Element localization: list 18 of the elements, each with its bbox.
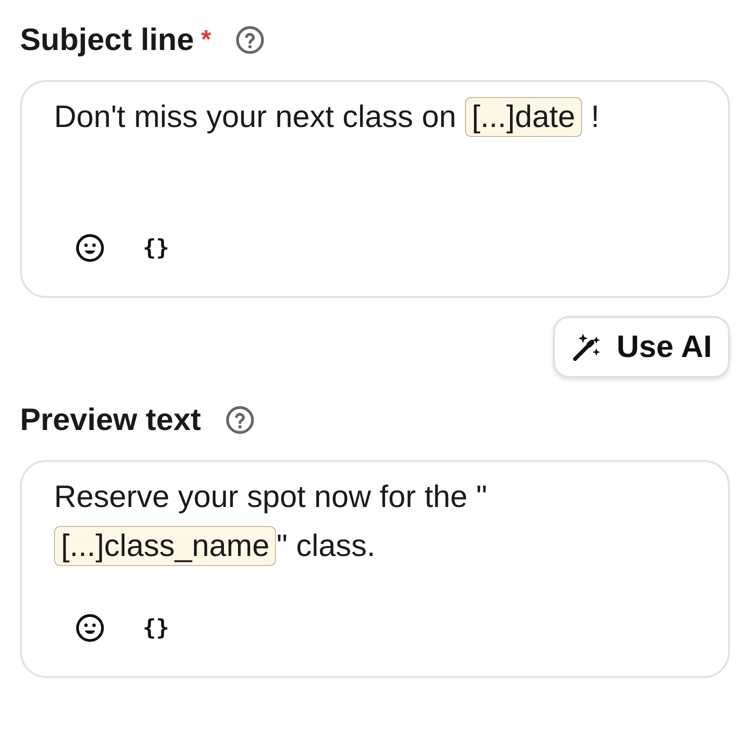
variable-tag[interactable]: [...]class_name <box>54 526 276 566</box>
field-label: Preview text <box>20 402 201 438</box>
smiley-icon <box>75 613 105 643</box>
variable-button[interactable]: {} <box>134 226 178 270</box>
field-text: Reserve your spot now for the " <box>54 478 488 516</box>
smiley-icon <box>75 233 105 263</box>
field-text: Don't miss your next class on <box>54 98 458 136</box>
required-mark: * <box>200 24 212 55</box>
help-icon[interactable] <box>224 405 255 435</box>
variable-button[interactable]: {} <box>134 606 178 650</box>
text-editor-field[interactable]: Don't miss your next class on [...]date ! {} <box>20 80 730 298</box>
text-editor-field[interactable]: Reserve your spot now for the " [...]class_name " class. {} <box>20 460 730 678</box>
field-text: " class. <box>276 527 376 565</box>
variable-tag[interactable]: [...]date <box>464 97 582 137</box>
field-label: Subject line <box>20 22 194 58</box>
field-text: ! <box>590 98 600 136</box>
use-ai-button[interactable]: Use AI <box>552 316 730 378</box>
help-icon[interactable] <box>235 25 266 55</box>
